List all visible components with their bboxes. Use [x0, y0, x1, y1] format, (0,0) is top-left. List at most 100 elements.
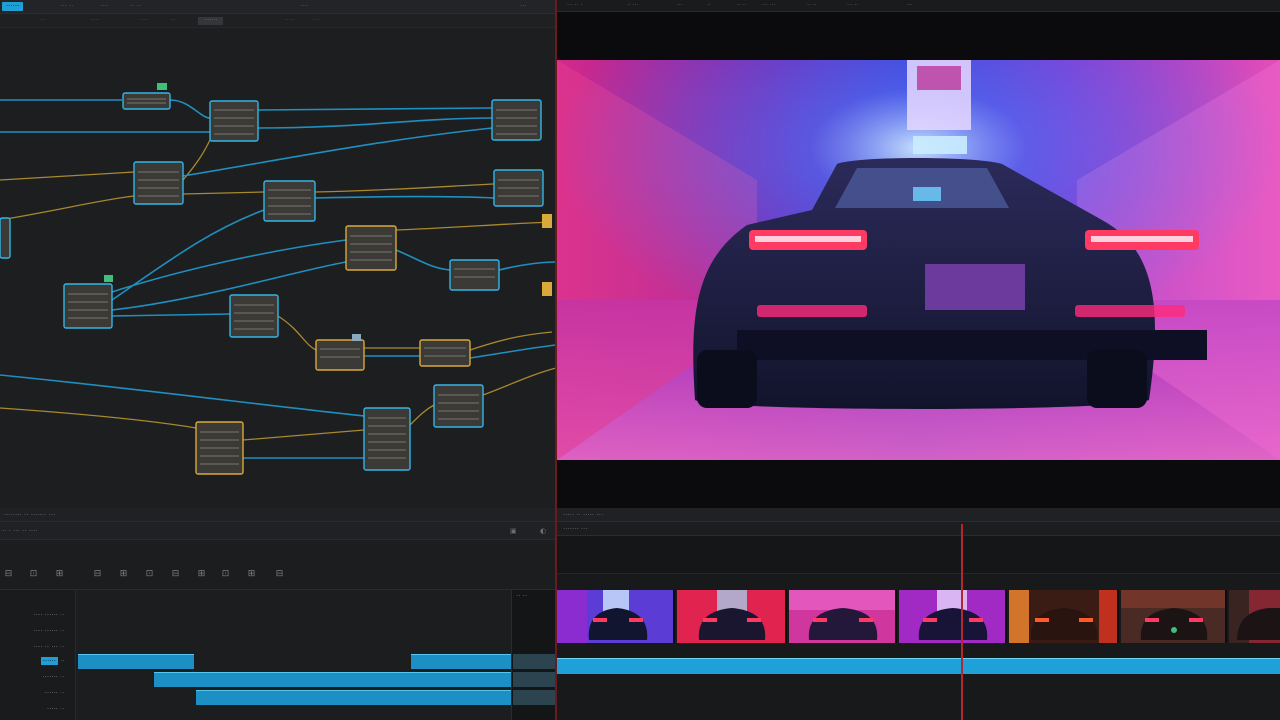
graph-node-16[interactable]: [363, 407, 411, 471]
selected-track-label: ······: [40, 657, 58, 665]
timeline-toolbar: ····· ·· ····· ···: [557, 508, 1280, 522]
graph-node-2[interactable]: [209, 100, 259, 142]
keyframe-track-area[interactable]: [75, 590, 511, 720]
viewer-tool-9[interactable]: ···: [907, 2, 913, 10]
track-num: ··: [60, 705, 65, 713]
subtab-2[interactable]: ·····: [90, 17, 100, 25]
keyframe-overflow-column: ·· ··: [511, 590, 555, 720]
graph-node-7[interactable]: [0, 217, 11, 259]
track-label-selected[interactable]: ······: [0, 656, 58, 666]
subtab-6[interactable]: ·····: [285, 17, 295, 25]
node-graph-canvas[interactable]: [0, 28, 556, 508]
tab-3[interactable]: ····: [100, 2, 109, 11]
graph-node-3[interactable]: [491, 99, 542, 141]
subtab-7[interactable]: ····: [312, 17, 320, 25]
timeline-toolbar-text: ····· ·· ····· ···: [563, 511, 604, 519]
viewer-tool-6[interactable]: ··· ···: [762, 2, 775, 10]
snap-icon[interactable]: ⊟: [170, 569, 181, 580]
tab-6[interactable]: ···: [520, 2, 527, 11]
node-badge: [104, 275, 113, 282]
viewer-tool-2[interactable]: ·· ···: [627, 2, 638, 10]
viewer-image-car: [557, 60, 1280, 460]
node-port-edge: [542, 282, 552, 296]
graph-node-4[interactable]: [133, 161, 184, 205]
graph-node-12[interactable]: [315, 339, 365, 371]
clip-thumbnail[interactable]: [677, 590, 787, 643]
graph-node-5[interactable]: [263, 180, 316, 222]
clip-thumbnail[interactable]: [1009, 590, 1119, 643]
track-num: ··: [60, 689, 65, 697]
inspector-title: ·· · ··· ·· ····: [2, 527, 38, 535]
track-label[interactable]: ·····: [0, 704, 58, 714]
viewer-tool-8[interactable]: ··· ··: [847, 2, 858, 10]
tab-4[interactable]: ·· ··: [130, 2, 141, 11]
clip-thumbnail[interactable]: [789, 590, 897, 643]
loop-icon[interactable]: ⊞: [196, 569, 207, 580]
keyframe-clip[interactable]: [411, 654, 511, 669]
graph-node-6[interactable]: [493, 169, 544, 207]
graph-node-14[interactable]: [433, 384, 484, 428]
track-num: ··: [60, 657, 65, 665]
viewer-tool-4[interactable]: ··: [707, 2, 711, 10]
bezier-icon[interactable]: ⊟: [92, 569, 103, 580]
graph-node-15[interactable]: [195, 421, 244, 475]
timeline-clip-bar[interactable]: [557, 658, 1280, 674]
settings-icon[interactable]: ▣: [510, 526, 517, 536]
timeline-ruler[interactable]: ······· ···: [557, 522, 1280, 536]
clip-overflow: [513, 672, 555, 687]
viewer-tool-1[interactable]: ··· ·· ·: [567, 2, 582, 10]
track-label[interactable]: ······: [0, 688, 58, 698]
ease-out-icon[interactable]: ⊞: [54, 569, 65, 580]
track-label[interactable]: ···· ······: [0, 610, 58, 620]
graph-node-1[interactable]: [122, 92, 171, 110]
subtab-3[interactable]: ····: [140, 17, 148, 25]
timeline-empty-track[interactable]: [557, 536, 1280, 574]
clip-thumbnail[interactable]: [1229, 590, 1280, 643]
options-icon[interactable]: ◐: [540, 526, 546, 536]
clip-thumbnail[interactable]: [899, 590, 1007, 643]
keyframe-clip[interactable]: [196, 690, 511, 705]
subtab-5[interactable]: ·······: [198, 17, 224, 25]
node-panel-subbar: ··· ····· ···· ··· ······· ····· ····: [0, 14, 556, 28]
graph-node-9[interactable]: [449, 259, 500, 291]
viewer-tool-3[interactable]: ···: [677, 2, 683, 10]
keyframe-clip[interactable]: [154, 672, 511, 687]
graph-node-11[interactable]: [229, 294, 279, 338]
subtab-4[interactable]: ···: [170, 17, 176, 25]
tab-2[interactable]: ··· ··: [60, 2, 73, 11]
viewer-toolbar: ··· ·· · ·· ··· ··· ·· ·· ·· ··· ··· ·· …: [557, 0, 1280, 12]
keyframe-clip[interactable]: [78, 654, 194, 669]
timeline-playhead[interactable]: [961, 524, 963, 720]
track-label[interactable]: ···· ·· ···: [0, 642, 58, 652]
hold-icon[interactable]: ⊡: [144, 569, 155, 580]
graph-node-10[interactable]: [63, 283, 113, 329]
zoom-icon[interactable]: ⊞: [246, 569, 257, 580]
node-badge: [157, 83, 167, 90]
track-label[interactable]: ·······: [0, 672, 58, 682]
subtab-1[interactable]: ···: [40, 17, 46, 25]
viewer-tool-7[interactable]: ·· ··: [807, 2, 817, 10]
track-label[interactable]: ···· ······: [0, 626, 58, 636]
clip-overflow: [513, 654, 555, 669]
linear-icon[interactable]: ⊞: [118, 569, 129, 580]
ease-in-icon[interactable]: ⊡: [28, 569, 39, 580]
track-num: ··: [60, 611, 65, 619]
status-text: ········ ·· ······· ···: [4, 511, 56, 519]
track-num: ··: [60, 673, 65, 681]
node-port-edge: [542, 214, 552, 228]
clip-thumbnail[interactable]: [1121, 590, 1227, 643]
frame-icon[interactable]: ⊟: [274, 569, 285, 580]
graph-node-8[interactable]: [345, 225, 397, 271]
tab-nodes[interactable]: ······: [2, 2, 24, 11]
inspector-header: ·· · ··· ·· ···· ▣ ◐: [0, 522, 555, 540]
viewer-panel[interactable]: ··· ·· · ·· ··· ··· ·· ·· ·· ··· ··· ·· …: [557, 0, 1280, 508]
right-header: ·· ··: [516, 592, 528, 600]
viewer-tool-5[interactable]: ·· ··: [737, 2, 747, 10]
graph-node-13[interactable]: [419, 339, 471, 367]
clip-thumbnail[interactable]: [557, 590, 675, 643]
node-graph-panel[interactable]: ······ ··· ·· ···· ·· ·· ···· ··· ··· ··…: [0, 0, 556, 508]
keyframe-icon[interactable]: ⊟: [3, 569, 14, 580]
tab-5[interactable]: ····: [300, 2, 309, 11]
fit-icon[interactable]: ⊡: [220, 569, 231, 580]
node-panel-toolbar: ······ ··· ·· ···· ·· ·· ···· ···: [0, 0, 556, 14]
